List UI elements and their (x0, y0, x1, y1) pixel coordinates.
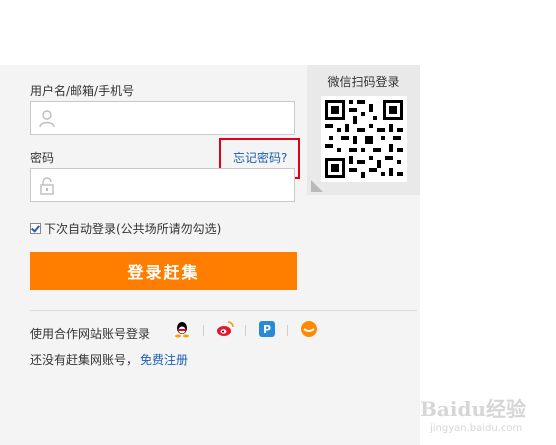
baidu-watermark-url: jingyan.baidu.com (430, 423, 523, 434)
baidu-watermark: Baidu经验 (420, 397, 526, 421)
login-button[interactable]: 登录赶集 (30, 252, 297, 290)
separator (203, 325, 204, 336)
separator (245, 325, 246, 336)
partner-login-label: 使用合作网站账号登录 (30, 327, 151, 341)
qr-code[interactable] (321, 96, 407, 182)
qr-title: 微信扫码登录 (327, 75, 400, 89)
p-icon[interactable]: P (258, 320, 276, 338)
weibo-icon[interactable] (216, 320, 234, 338)
svg-text:P: P (263, 323, 271, 336)
username-field-box[interactable] (30, 101, 295, 136)
divider (30, 310, 417, 311)
password-input[interactable] (63, 169, 292, 203)
forgot-password-link[interactable]: 忘记密码? (233, 149, 287, 166)
lock-icon (39, 177, 55, 195)
separator (287, 325, 288, 336)
remember-label: 下次自动登录(公共场所请勿勾选) (44, 222, 222, 236)
qr-login-area: 微信扫码登录 (307, 65, 420, 195)
remember-checkbox[interactable] (30, 223, 41, 234)
username-label: 用户名/邮箱/手机号 (30, 84, 135, 98)
remember-me[interactable]: 下次自动登录(公共场所请勿勾选) (30, 220, 221, 237)
free-register-link[interactable]: 免费注册 (140, 351, 188, 368)
password-field-box[interactable] (30, 168, 295, 203)
orange-icon[interactable] (300, 320, 318, 338)
user-icon (39, 110, 55, 128)
username-input[interactable] (63, 102, 292, 136)
register-prompt: 还没有赶集网账号， (30, 353, 139, 367)
qq-icon[interactable] (173, 320, 191, 338)
qr-corner-icon[interactable] (311, 180, 323, 192)
password-label: 密码 (30, 151, 55, 165)
